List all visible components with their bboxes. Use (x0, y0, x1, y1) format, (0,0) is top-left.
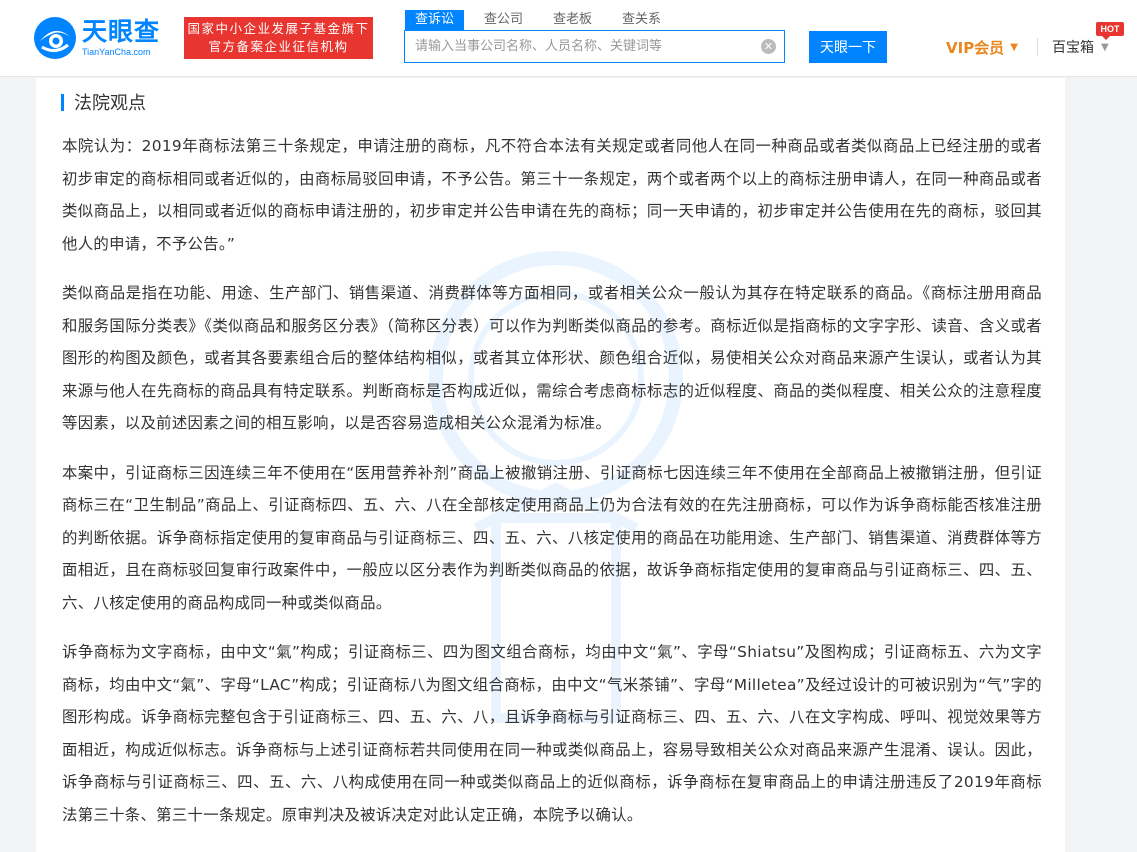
badge-line-2: 官方备案企业征信机构 (208, 39, 349, 54)
tab-lawsuit[interactable]: 查诉讼 (405, 10, 465, 30)
search-input[interactable] (405, 31, 765, 62)
section-title-text: 法院观点 (74, 93, 146, 114)
toolbox-menu[interactable]: 百宝箱 ▼ (1052, 37, 1109, 57)
search-tabs: 查诉讼 查公司 查老板 查关系 (405, 10, 681, 30)
header-divider (1037, 38, 1038, 56)
paragraph-4: 诉争商标为文字商标，由中文“氣”构成；引证商标三、四为图文组合商标，均由中文“氣… (62, 643, 1042, 824)
court-opinion-body: 本院认为：2019年商标法第三十条规定，申请注册的商标，凡不符合本法有关规定或者… (62, 130, 1042, 848)
paragraph-1: 本院认为：2019年商标法第三十条规定，申请注册的商标，凡不符合本法有关规定或者… (62, 137, 1042, 253)
eye-logo-icon (34, 17, 76, 59)
toolbox-label: 百宝箱 (1052, 40, 1094, 56)
logo-domain: TianYanCha.com (82, 47, 151, 57)
site-logo[interactable]: 天眼查 TianYanCha.com (34, 14, 174, 62)
hot-badge: HOT (1096, 22, 1124, 40)
paragraph-2: 类似商品是指在功能、用途、生产部门、销售渠道、消费群体等方面相同，或者相关公众一… (62, 284, 1042, 432)
section-title: 法院观点 (61, 92, 146, 114)
caret-down-icon: ▼ (1010, 42, 1018, 53)
logo-title: 天眼查 (82, 17, 161, 46)
paragraph-3: 本案中，引证商标三因连续三年不使用在“医用营养补剂”商品上被撤销注册、引证商标七… (62, 463, 1042, 612)
tab-relation[interactable]: 查关系 (612, 10, 671, 30)
caret-down-icon: ▼ (1101, 41, 1109, 53)
tab-boss[interactable]: 查老板 (543, 10, 602, 30)
official-badge: 国家中小企业发展子基金旗下 官方备案企业征信机构 (184, 17, 373, 59)
search-box: ✕ (404, 30, 785, 63)
search-button[interactable]: 天眼一下 (809, 31, 887, 63)
top-header: 天眼查 TianYanCha.com 国家中小企业发展子基金旗下 官方备案企业征… (0, 0, 1137, 77)
vip-menu[interactable]: VIP会员 ▼ (946, 37, 1018, 58)
vip-label: VIP会员 (946, 39, 1005, 57)
title-accent-bar (61, 93, 64, 111)
clear-icon[interactable]: ✕ (761, 39, 776, 54)
tab-company[interactable]: 查公司 (474, 10, 533, 30)
main-content: 法院观点 本院认为：2019年商标法第三十条规定，申请注册的商标，凡不符合本法有… (36, 78, 1065, 852)
badge-line-1: 国家中小企业发展子基金旗下 (187, 21, 370, 36)
